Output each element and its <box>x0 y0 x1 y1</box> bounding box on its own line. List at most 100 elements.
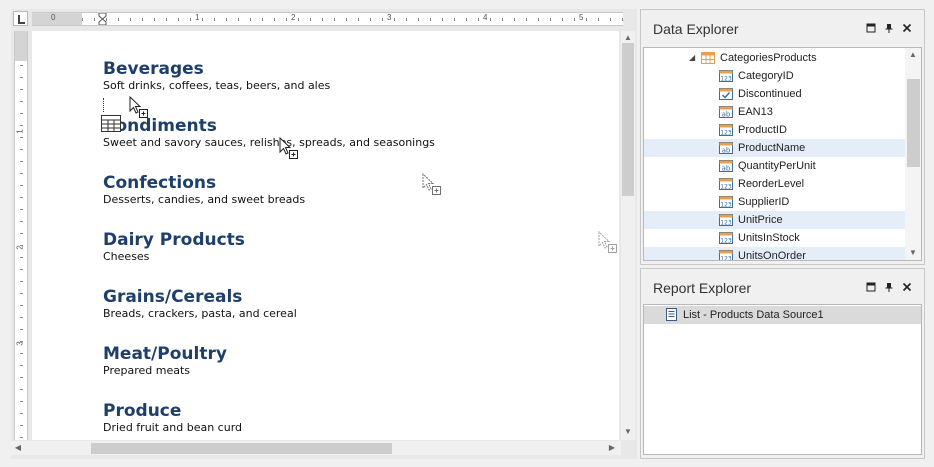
ruler-tick <box>622 18 623 21</box>
category-name: Condiments <box>103 116 217 136</box>
tree-label: ProductID <box>738 124 787 136</box>
ruler-tick <box>322 18 323 21</box>
scroll-down-icon[interactable]: ▼ <box>908 248 918 257</box>
close-icon[interactable] <box>901 23 913 35</box>
category-block[interactable]: Produce Dried fruit and bean curd <box>103 401 242 435</box>
ruler-tick <box>310 18 311 21</box>
svg-text:ab: ab <box>722 147 731 155</box>
ruler-tick <box>334 18 335 21</box>
tree-label: QuantityPerUnit <box>738 160 816 172</box>
scroll-left-icon[interactable]: ◀ <box>13 443 23 453</box>
drag-copy-cursor-icon <box>129 96 148 118</box>
ruler-tick <box>442 18 443 21</box>
ruler-number: 2 <box>291 13 296 22</box>
scroll-thumb[interactable] <box>91 443 392 454</box>
data-tree[interactable]: ◢ CategoriesProducts 123 CategoryID Disc… <box>643 47 922 261</box>
ruler-tick <box>502 18 503 21</box>
report-tree[interactable]: List - Products Data Source1 <box>643 304 922 455</box>
tab-stop-selector[interactable] <box>13 11 28 26</box>
ruler-tick <box>478 18 479 21</box>
tree-node-field[interactable]: 123 ReorderLevel <box>644 175 921 193</box>
tree-node-datasource[interactable]: ◢ CategoriesProducts <box>644 49 921 67</box>
category-description: Dried fruit and bean curd <box>103 421 243 434</box>
pin-icon[interactable] <box>883 282 895 294</box>
document-horizontal-scrollbar[interactable]: ◀ ▶ <box>11 441 621 455</box>
tree-node-field[interactable]: Discontinued <box>644 85 921 103</box>
ruler-tick <box>20 281 23 282</box>
close-icon[interactable] <box>901 282 913 294</box>
scroll-up-icon[interactable]: ▲ <box>908 50 918 59</box>
tree-node-report-item[interactable]: List - Products Data Source1 <box>644 306 921 324</box>
horizontal-ruler[interactable]: 0 1 2 3 4 5 <box>32 12 623 26</box>
category-block[interactable]: Condiments Sweet and savory sauces, reli… <box>103 116 435 150</box>
tree-node-field[interactable]: ab EAN13 <box>644 103 921 121</box>
category-block[interactable]: Grains/Cereals Breads, crackers, pasta, … <box>103 287 297 321</box>
ruler-tick <box>226 18 227 21</box>
ruler-tick <box>526 18 527 21</box>
collapse-arrow-icon[interactable]: ◢ <box>689 49 695 67</box>
category-description: Soft drinks, coffees, teas, beers, and a… <box>103 79 331 92</box>
ruler-tick <box>382 18 383 21</box>
tree-node-field[interactable]: 123 UnitsInStock <box>644 229 921 247</box>
ruler-tick <box>418 18 419 21</box>
tree-node-field[interactable]: 123 UnitsOnOrder <box>644 247 921 260</box>
scroll-right-icon[interactable]: ▶ <box>607 443 617 453</box>
ruler-tick <box>20 269 23 270</box>
category-block[interactable]: Beverages Soft drinks, coffees, teas, be… <box>103 59 330 93</box>
ruler-tick <box>298 18 299 21</box>
tree-node-field[interactable]: 123 UnitPrice <box>644 211 921 229</box>
tree-label: CategoryID <box>738 70 794 82</box>
ruler-tick <box>20 365 23 366</box>
ruler-tick <box>346 18 347 21</box>
svg-text:123: 123 <box>720 202 732 209</box>
numeric-field-icon: 123 <box>719 214 733 226</box>
tree-node-field[interactable]: 123 SupplierID <box>644 193 921 211</box>
scroll-thumb[interactable] <box>622 43 634 196</box>
ruler-number: 1 <box>195 13 200 22</box>
document-vertical-scrollbar[interactable]: ▲ ▼ <box>621 31 635 440</box>
scroll-up-icon[interactable]: ▲ <box>623 33 633 43</box>
category-block[interactable]: Meat/Poultry Prepared meats <box>103 344 227 378</box>
ruler-tick <box>20 209 23 210</box>
string-field-icon: ab <box>719 160 733 172</box>
ruler-tick <box>430 18 431 21</box>
numeric-field-icon: 123 <box>719 124 733 136</box>
category-block[interactable]: Confections Desserts, candies, and sweet… <box>103 173 305 207</box>
maximize-icon[interactable] <box>865 282 877 294</box>
category-name: Produce <box>103 401 182 421</box>
ruler-tick <box>20 305 23 306</box>
ruler-tick <box>370 18 371 21</box>
drag-copy-cursor-icon <box>279 137 298 159</box>
ruler-tick <box>214 18 215 21</box>
maximize-icon[interactable] <box>865 23 877 35</box>
category-description: Desserts, candies, and sweet breads <box>103 193 306 206</box>
tree-node-field[interactable]: ab QuantityPerUnit <box>644 157 921 175</box>
ruler-tick <box>178 18 179 21</box>
numeric-field-icon: 123 <box>719 196 733 208</box>
tree-node-field[interactable]: 123 CategoryID <box>644 67 921 85</box>
vertical-ruler[interactable]: 1 2 3 <box>14 31 28 440</box>
ruler-tick <box>586 18 587 21</box>
category-block[interactable]: Dairy Products Cheeses <box>103 230 245 264</box>
ruler-number: 1 <box>15 129 25 134</box>
category-description: Prepared meats <box>103 364 191 377</box>
list-icon <box>666 308 677 321</box>
panel-title: Report Explorer <box>653 280 752 296</box>
ruler-tick <box>20 257 23 258</box>
document-area: 0 1 2 3 4 5 1 2 3 Beverages Soft drinks,… <box>11 9 637 459</box>
ruler-tick <box>538 18 539 21</box>
scroll-thumb[interactable] <box>907 79 920 167</box>
category-name: Meat/Poultry <box>103 344 227 364</box>
ruler-tick <box>574 18 575 21</box>
data-explorer-scrollbar[interactable]: ▲ ▼ <box>905 48 921 260</box>
ruler-tick <box>20 341 23 342</box>
tree-node-field[interactable]: ab ProductName <box>644 139 921 157</box>
ruler-tick <box>94 18 95 21</box>
scroll-down-icon[interactable]: ▼ <box>623 427 633 437</box>
report-page[interactable]: Beverages Soft drinks, coffees, teas, be… <box>32 31 619 440</box>
numeric-field-icon: 123 <box>719 250 733 260</box>
ruler-tick <box>20 77 23 78</box>
pin-icon[interactable] <box>883 23 895 35</box>
ruler-tick <box>20 329 23 330</box>
tree-node-field[interactable]: 123 ProductID <box>644 121 921 139</box>
